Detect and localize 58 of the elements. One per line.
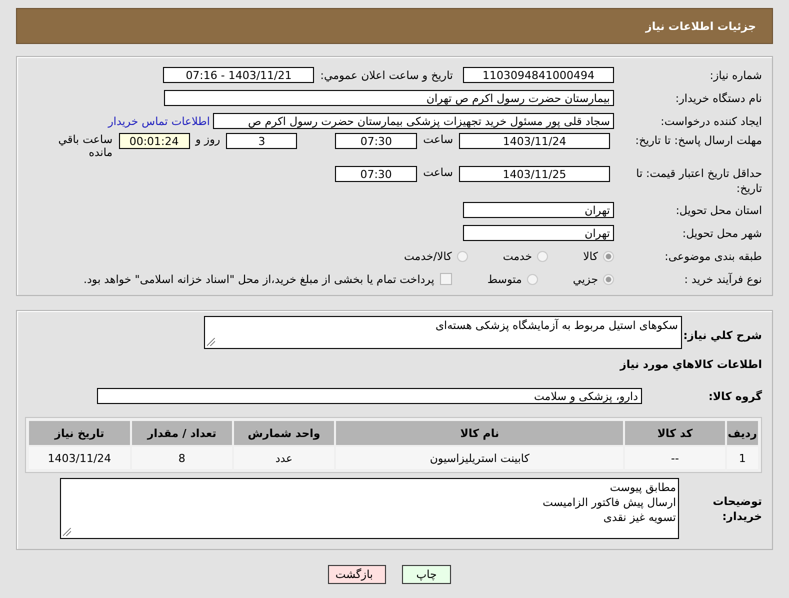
field-label: حداقل تاریخ اعتبار قیمت: تا تاریخ: — [635, 166, 762, 196]
column-header: تاریخ نیاز — [29, 421, 130, 445]
date-field: 1403/11/25 — [459, 166, 610, 182]
field-label: ساعت باقي مانده — [57, 133, 113, 159]
checkbox-label: پرداخت تمام یا بخشی از مبلغ خرید،از محل "اسناد خزانه اسلامی" خواهد بود. — [84, 272, 434, 286]
field-label: استان محل تحویل: — [674, 202, 762, 218]
field-label: ساعت — [423, 133, 454, 146]
field-label: شهر محل تحویل: — [681, 226, 762, 240]
countdown-field: 00:01:24 — [118, 133, 190, 149]
column-header: کد کالا — [625, 421, 725, 445]
field-label: طبقه بندی موضوعی: — [664, 248, 762, 264]
field-label: نام دستگاه خریدار: — [674, 90, 762, 106]
days-field: 3 — [226, 133, 298, 149]
radio-button[interactable] — [537, 250, 548, 262]
note-line: ارسال پیش فاکتور الزامیست — [542, 495, 676, 510]
field-label: نوع فرآیند خرید : — [683, 272, 762, 286]
time-field: 07:30 — [335, 166, 418, 182]
option-label: متوسط — [487, 272, 522, 286]
table-cell: 8 — [132, 447, 232, 469]
note-line: مطابق پیوست — [608, 480, 676, 495]
column-header: واحد شمارش — [234, 421, 334, 445]
radio-button[interactable] — [603, 274, 614, 284]
checkbox[interactable] — [440, 273, 452, 285]
field-label: گروه کالا: — [707, 388, 762, 404]
date-field: 1403/11/24 — [459, 133, 610, 149]
table-cell: 1 — [726, 447, 758, 469]
table-cell: 1403/11/24 — [29, 447, 130, 469]
field-label: شماره نیاز: — [708, 68, 762, 82]
option-label: کالا — [583, 250, 598, 262]
print-button[interactable]: چاپ — [402, 565, 451, 584]
radio-button[interactable] — [456, 250, 468, 262]
table-cell: عدد — [234, 447, 334, 469]
section-heading: اطلاعات کالاهاي مورد نیاز — [620, 358, 762, 370]
table-cell: کابینت استریلیزاسیون — [336, 447, 624, 469]
column-header: ردیف — [726, 421, 758, 445]
resize-grip-icon — [207, 338, 215, 346]
description-area: سکوهای استیل مربوط به آزمایشگاه پزشکی هسته‌ای — [204, 316, 682, 348]
radio-button[interactable] — [603, 250, 614, 262]
field-label: تاریخ و ساعت اعلان عمومي: — [320, 68, 453, 82]
field-label: مهلت ارسال پاسخ: تا تاریخ: — [634, 133, 762, 148]
radio-button[interactable] — [526, 274, 538, 284]
field-label: ایجاد کننده درخواست: — [660, 114, 762, 128]
note-line: تسویه غیز نقدی — [602, 510, 676, 525]
column-header: نام کالا — [336, 421, 624, 445]
column-header: تعداد / مقدار — [132, 421, 232, 445]
table-cell: -- — [625, 447, 725, 469]
option-label: جزیي — [572, 272, 598, 286]
option-label: کالا/خدمت — [404, 250, 452, 262]
contact-link[interactable]: اطلاعات تماس خریدار — [108, 114, 210, 128]
back-button[interactable]: بازگشت — [328, 565, 386, 584]
resize-grip-icon — [63, 528, 71, 536]
time-field: 07:30 — [335, 133, 418, 149]
field-label: توضیحات خریدار: — [712, 494, 762, 524]
field-label: شرح کلي نیاز: — [682, 328, 762, 342]
page-title: جزئیات اطلاعات نیاز — [646, 20, 756, 32]
field-label: ساعت — [423, 166, 453, 179]
field-label: روز و — [196, 133, 220, 146]
option-label: خدمت — [502, 250, 532, 262]
